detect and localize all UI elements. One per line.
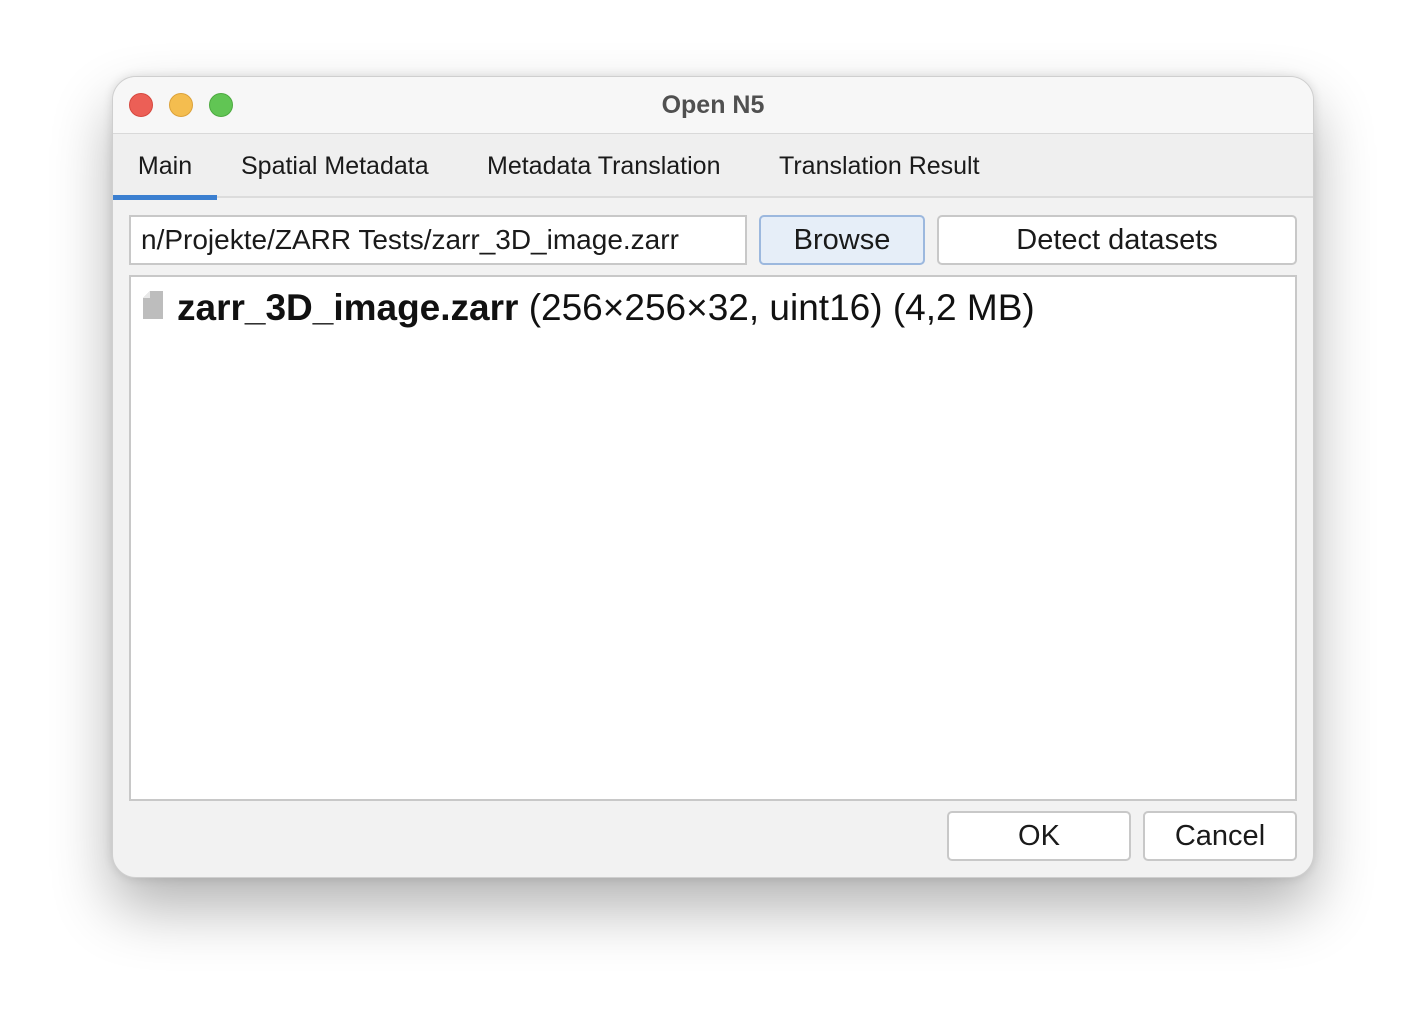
dataset-label: zarr_3D_image.zarr (256×256×32, uint16) … xyxy=(177,287,1035,329)
open-n5-dialog: Open N5 Main Spatial Metadata Metadata T… xyxy=(112,76,1314,878)
file-icon xyxy=(143,291,163,319)
ok-button[interactable]: OK xyxy=(947,811,1131,861)
browse-button[interactable]: Browse xyxy=(759,215,925,265)
detect-datasets-button[interactable]: Detect datasets xyxy=(937,215,1297,265)
dataset-tree[interactable]: zarr_3D_image.zarr (256×256×32, uint16) … xyxy=(129,275,1297,801)
tab-bar: Main Spatial Metadata Metadata Translati… xyxy=(113,134,1313,200)
dataset-details: (256×256×32, uint16) (4,2 MB) xyxy=(518,287,1035,328)
title-bar[interactable]: Open N5 xyxy=(113,77,1313,134)
cancel-button[interactable]: Cancel xyxy=(1143,811,1297,861)
tab-translation-result[interactable]: Translation Result xyxy=(779,134,980,198)
path-input[interactable] xyxy=(129,215,747,265)
dataset-name: zarr_3D_image.zarr xyxy=(177,287,519,328)
window-title: Open N5 xyxy=(661,91,765,119)
tab-main[interactable]: Main xyxy=(113,134,217,200)
tab-spatial-metadata[interactable]: Spatial Metadata xyxy=(241,134,429,198)
tab-metadata-translation[interactable]: Metadata Translation xyxy=(487,134,720,198)
